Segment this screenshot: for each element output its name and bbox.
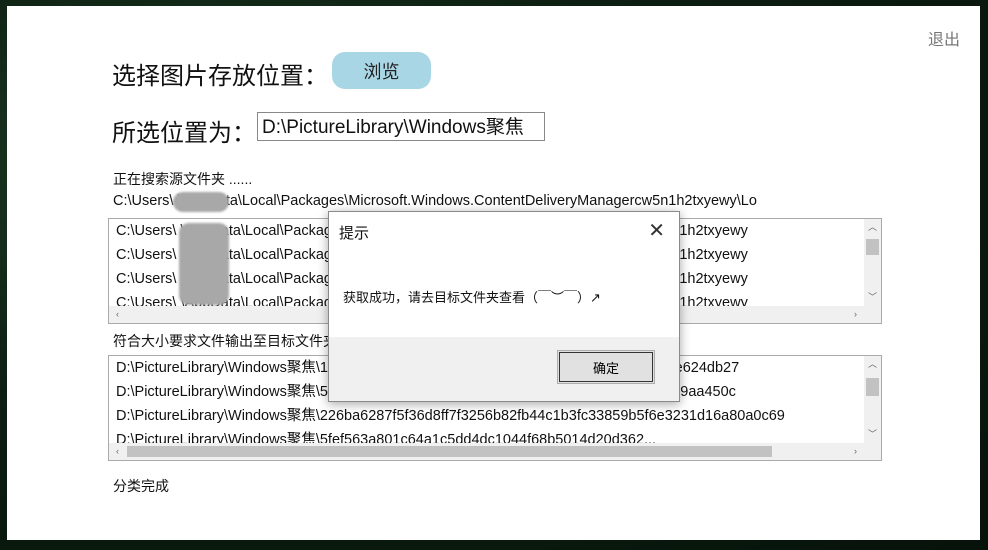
- save-location-label: 选择图片存放位置：: [112, 63, 328, 90]
- search-status-text: 正在搜索源文件夹 ......: [113, 171, 253, 187]
- scroll-left-icon[interactable]: ‹: [109, 443, 126, 460]
- dialog-footer: 确定: [329, 337, 679, 401]
- scroll-down-icon[interactable]: ﹀: [864, 426, 881, 443]
- scroll-corner: [864, 443, 881, 460]
- close-icon[interactable]: ✕: [648, 218, 665, 243]
- scroll-up-icon[interactable]: ︿: [864, 356, 881, 373]
- dialog-title: 提示: [339, 225, 370, 242]
- browse-button[interactable]: 浏览: [332, 52, 431, 89]
- selected-path-field[interactable]: D:\PictureLibrary\Windows聚焦: [257, 112, 545, 141]
- ok-button[interactable]: 确定: [557, 350, 655, 384]
- scroll-down-icon[interactable]: ﹀: [864, 289, 881, 306]
- redaction-mark: [179, 223, 229, 305]
- dialog-message: 获取成功，请去目标文件夹查看（￣︶￣）↗: [343, 290, 601, 305]
- message-dialog: 提示 ✕ 获取成功，请去目标文件夹查看（￣︶￣）↗ 确定: [328, 211, 680, 402]
- selected-location-label: 所选位置为：: [112, 120, 256, 147]
- list-item[interactable]: D:\PictureLibrary\Windows聚焦\5fef563a801c…: [109, 428, 864, 443]
- horizontal-scrollbar[interactable]: ‹ ›: [109, 443, 864, 460]
- scroll-right-icon[interactable]: ›: [847, 306, 864, 323]
- scroll-corner: [864, 306, 881, 323]
- exit-button[interactable]: 退出: [928, 26, 960, 50]
- scroll-thumb[interactable]: [866, 239, 879, 255]
- vertical-scrollbar[interactable]: ︿ ﹀: [864, 356, 881, 443]
- classification-status: 分类完成: [113, 478, 169, 494]
- vertical-scrollbar[interactable]: ︿ ﹀: [864, 219, 881, 306]
- redaction-mark: [173, 192, 229, 212]
- scroll-right-icon[interactable]: ›: [847, 443, 864, 460]
- scroll-up-icon[interactable]: ︿: [864, 219, 881, 236]
- current-search-path: C:\Users\ \AppData\Local\Packages\Micros…: [113, 193, 757, 209]
- scroll-left-icon[interactable]: ‹: [109, 306, 126, 323]
- scroll-thumb[interactable]: [127, 446, 772, 457]
- scroll-thumb[interactable]: [866, 378, 879, 396]
- list-item[interactable]: D:\PictureLibrary\Windows聚焦\226ba6287f5f…: [109, 404, 864, 428]
- output-label: 符合大小要求文件输出至目标文件夹：: [113, 333, 351, 349]
